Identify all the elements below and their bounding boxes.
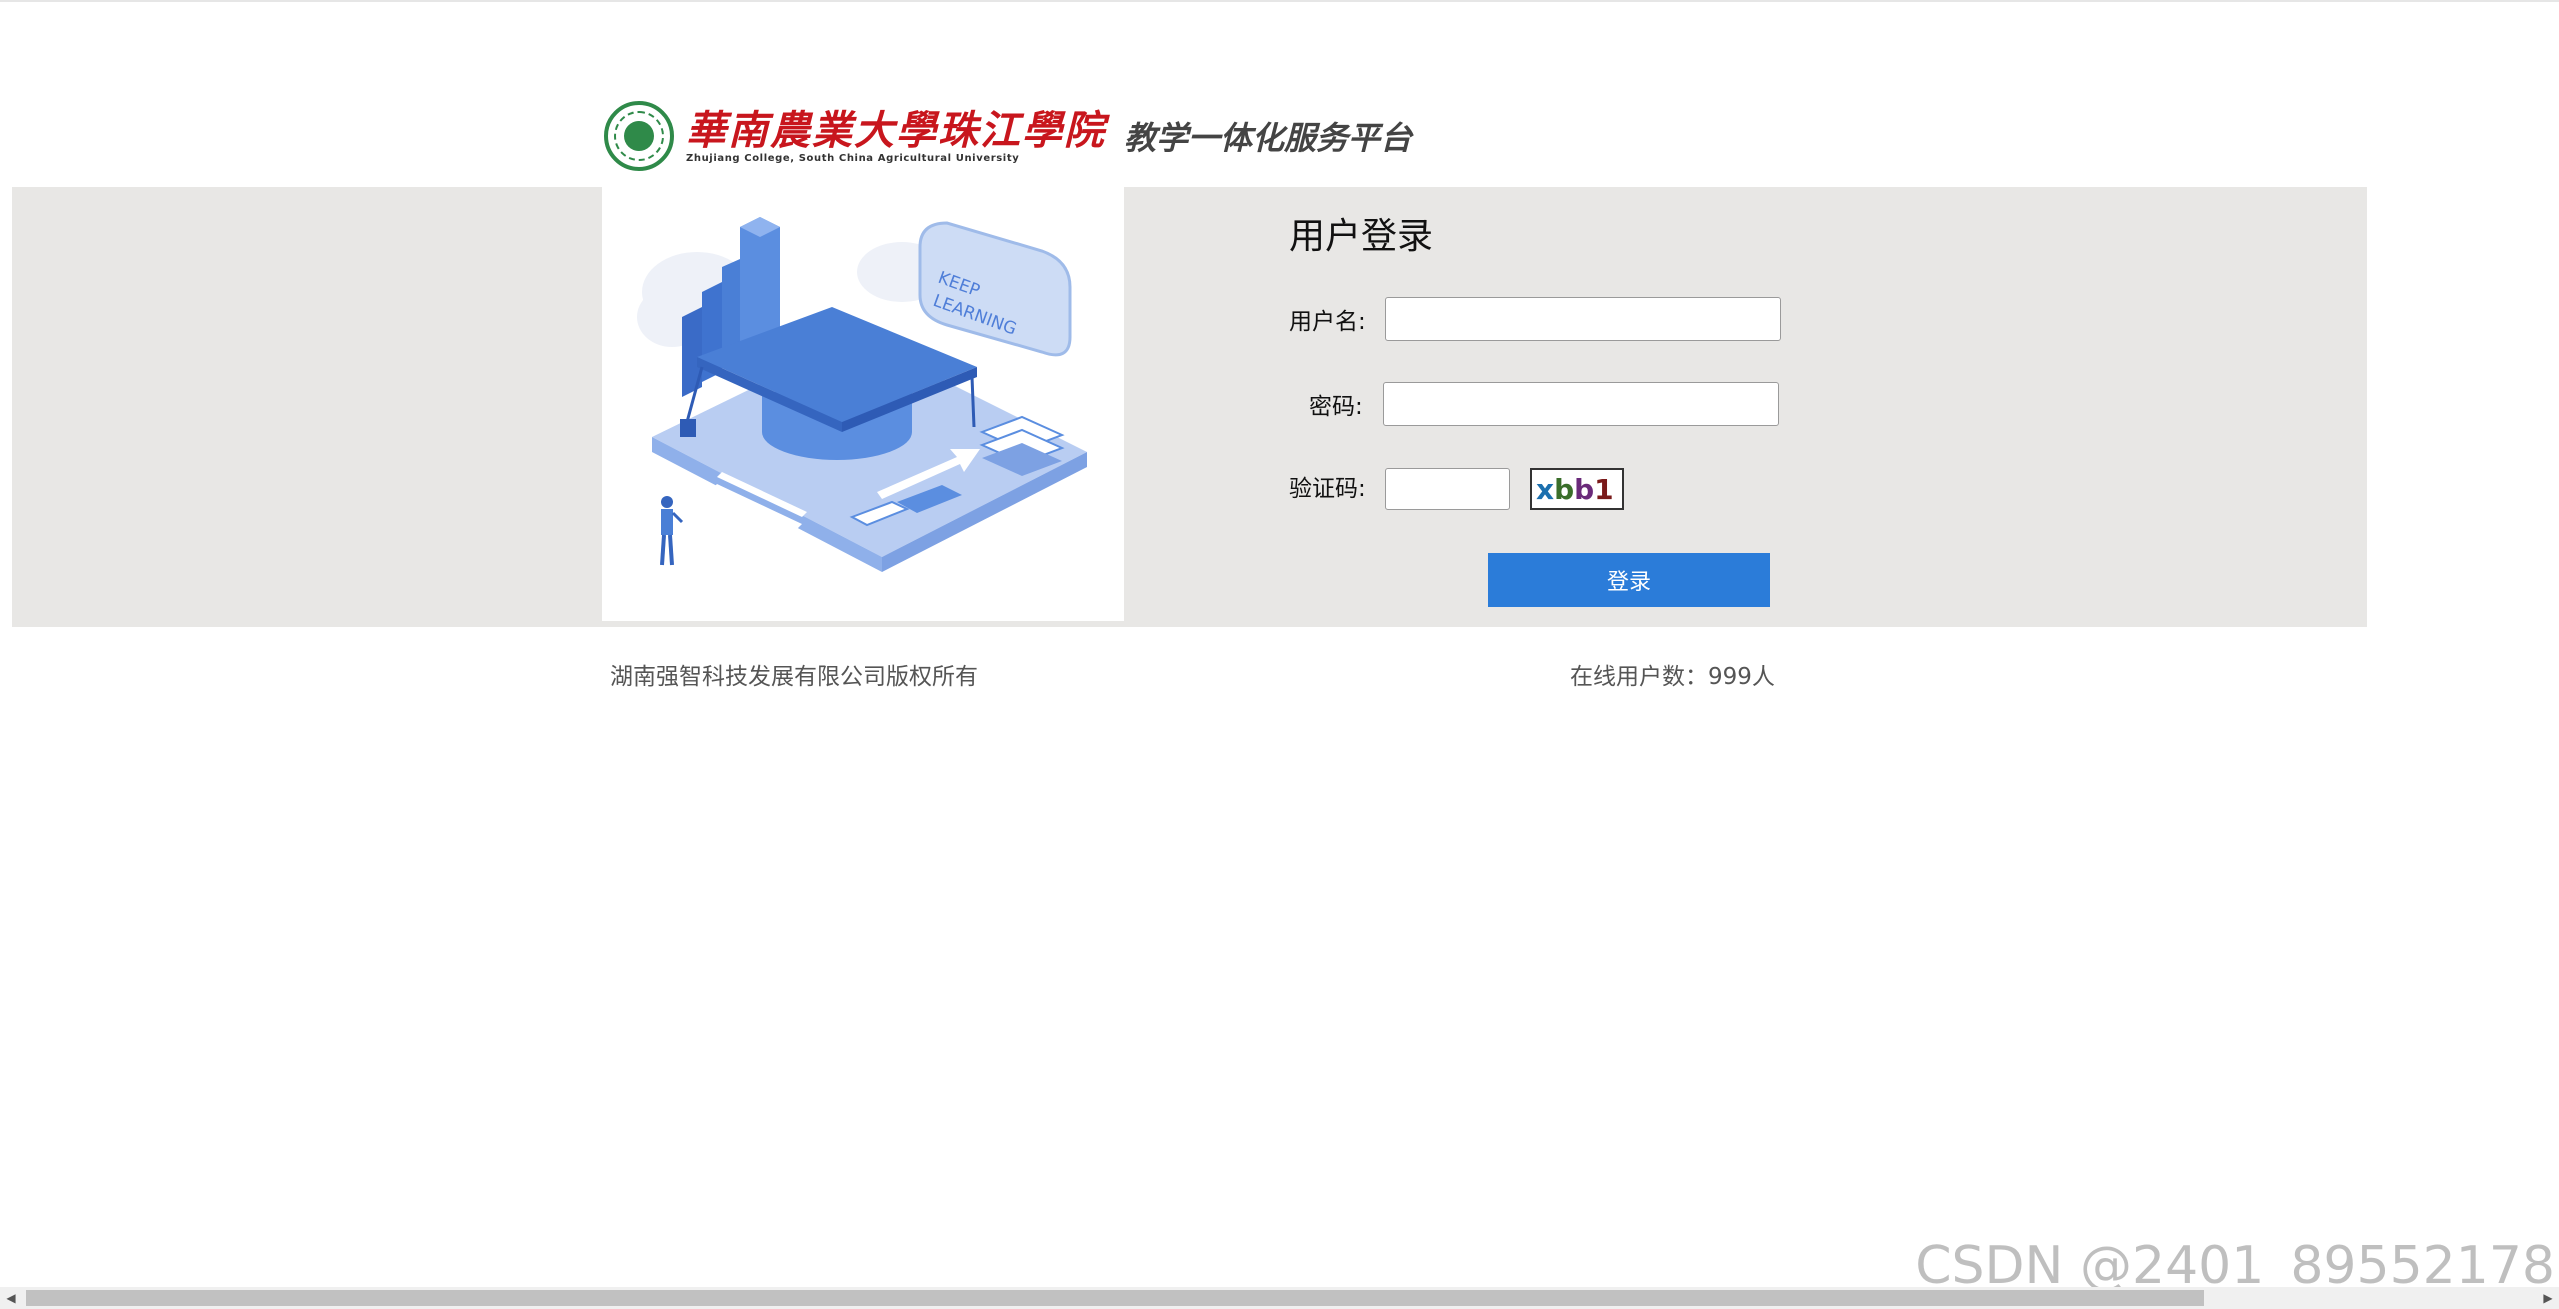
captcha-image[interactable]: xbb1 — [1530, 468, 1624, 510]
password-label: 密码: — [1309, 394, 1363, 420]
online-users-count: 在线用户数：999人 — [1570, 664, 1775, 690]
login-title: 用户登录 — [1289, 216, 1434, 257]
login-band — [12, 187, 2367, 627]
graduation-cap-illustration-icon: KEEP LEARNING — [637, 217, 1087, 572]
password-input[interactable] — [1383, 382, 1779, 426]
platform-title: 教学一体化服务平台 — [1124, 119, 1413, 157]
college-name-en: Zhujiang College, South China Agricultur… — [686, 152, 1020, 164]
login-button[interactable]: 登录 — [1488, 553, 1770, 607]
captcha-text: xbb1 — [1536, 472, 1614, 506]
college-seal-icon — [604, 101, 674, 171]
scrollbar-thumb[interactable] — [26, 1290, 2204, 1306]
college-logo: 華南農業大學珠江學院 Zhujiang College, South China… — [686, 106, 1106, 164]
captcha-input[interactable] — [1385, 468, 1510, 510]
username-input[interactable] — [1385, 297, 1781, 341]
site-header: 華南農業大學珠江學院 Zhujiang College, South China… — [604, 96, 1504, 176]
username-label: 用户名: — [1289, 309, 1366, 335]
captcha-label: 验证码: — [1289, 476, 1366, 502]
college-name-cn: 華南農業大學珠江學院 — [686, 106, 1106, 154]
scroll-left-arrow-icon[interactable]: ◀ — [0, 1287, 22, 1309]
copyright-text: 湖南强智科技发展有限公司版权所有 — [610, 664, 978, 690]
top-border — [0, 0, 2559, 2]
scroll-right-arrow-icon[interactable]: ▶ — [2537, 1287, 2559, 1309]
graduation-illustration: KEEP LEARNING — [602, 187, 1124, 621]
horizontal-scrollbar[interactable]: ◀ ▶ — [0, 1287, 2559, 1309]
